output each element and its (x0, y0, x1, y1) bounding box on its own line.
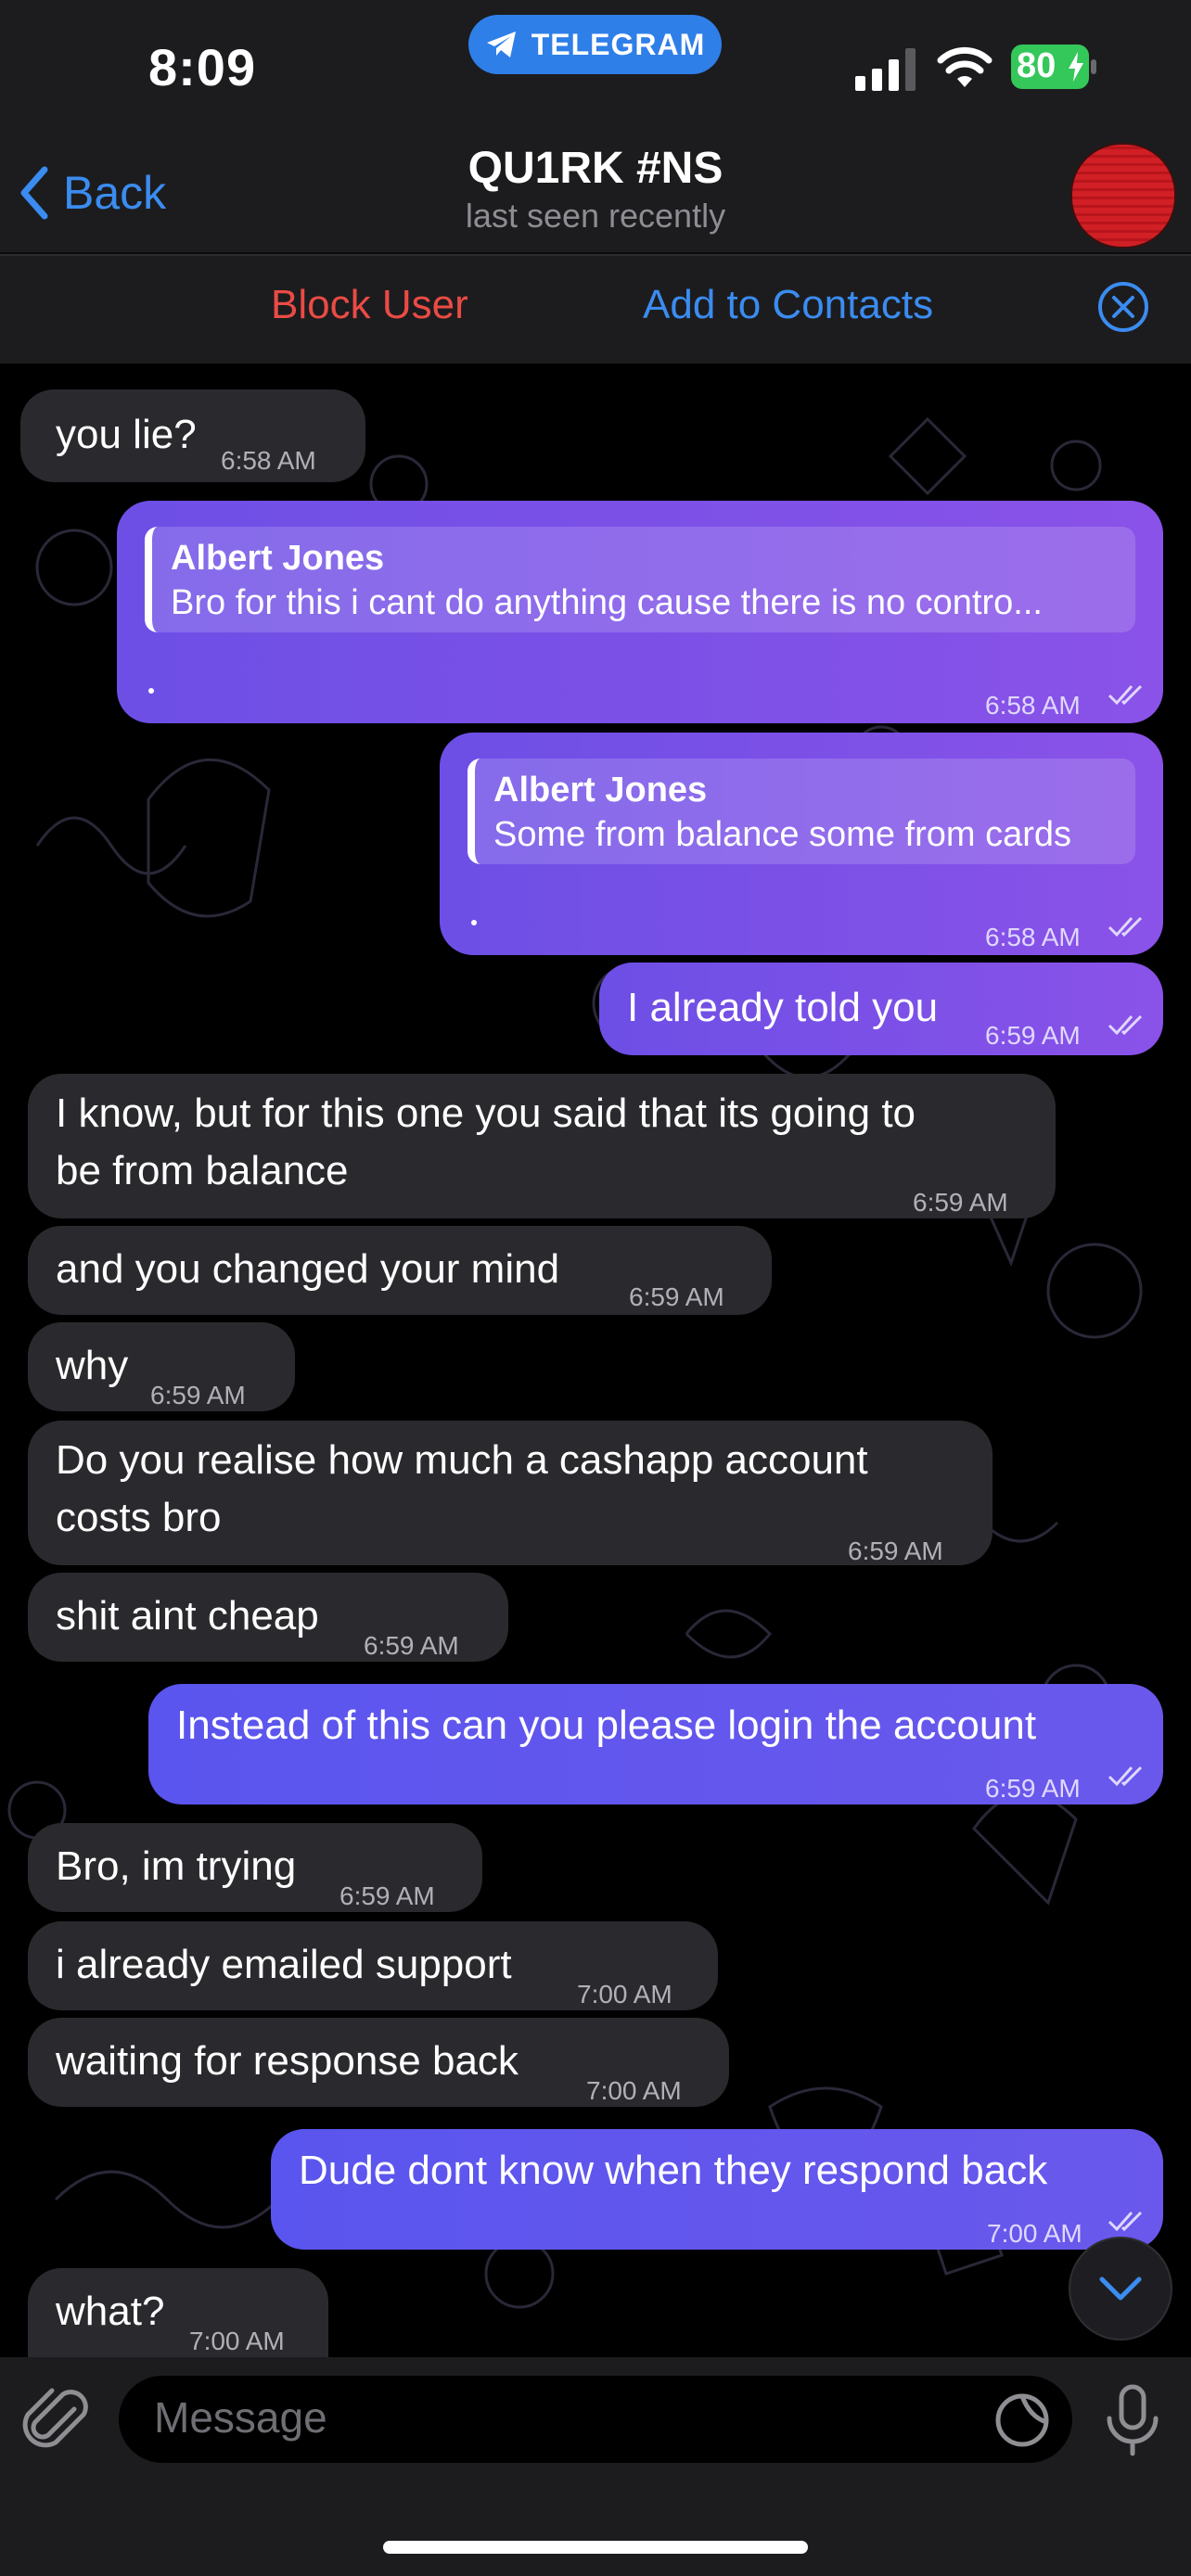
message-text-line2: costs bro (56, 1495, 222, 1540)
double-check-icon (1108, 1766, 1143, 1787)
message-time: 6:59 AM (985, 1021, 1081, 1050)
message-text: Instead of this can you please login the… (176, 1702, 1037, 1748)
message-time: 7:00 AM (987, 2219, 1082, 2248)
status-time: 8:09 (148, 38, 257, 96)
message-placeholder: Message (154, 2393, 327, 2442)
avatar[interactable] (1070, 143, 1176, 249)
home-indicator (383, 2541, 808, 2554)
double-check-icon (1108, 916, 1143, 937)
message-time: 6:58 AM (985, 691, 1081, 720)
message-bubble[interactable]: i already emailed support 7:00 AM (28, 1921, 718, 2010)
message-time: 6:58 AM (985, 923, 1081, 951)
charging-bolt-icon (1069, 52, 1083, 82)
battery-level: 80 (1017, 46, 1057, 85)
attach-icon[interactable] (22, 2385, 96, 2459)
message-bubble[interactable]: what? 7:00 AM (28, 2268, 328, 2357)
message-bubble[interactable]: why 6:59 AM (28, 1322, 295, 1411)
message-time: 6:59 AM (913, 1188, 1008, 1217)
reply-text: Bro for this i cant do anything cause th… (171, 583, 1043, 622)
message-time: 6:59 AM (848, 1537, 943, 1565)
message-dot (148, 688, 154, 694)
telegram-plane-icon (486, 32, 516, 57)
message-time: 6:59 AM (339, 1881, 435, 1910)
close-icon[interactable] (1097, 281, 1149, 333)
reply-author: Albert Jones (171, 539, 385, 578)
message-time: 6:58 AM (221, 446, 316, 475)
telegram-pill-label: TELEGRAM (531, 27, 706, 61)
contact-action-bar (0, 254, 1191, 365)
message-dot (471, 920, 477, 925)
message-time: 6:59 AM (629, 1282, 724, 1311)
message-bubble[interactable]: you lie? 6:58 AM (20, 389, 365, 482)
block-user-button[interactable]: Block User (271, 282, 468, 328)
message-time: 7:00 AM (577, 1980, 672, 2009)
message-text-line1: I know, but for this one you said that i… (56, 1090, 916, 1136)
message-text: i already emailed support (56, 1942, 512, 1987)
scroll-to-bottom-button[interactable] (1069, 2237, 1172, 2340)
message-text: shit aint cheap (56, 1593, 319, 1639)
double-check-icon (1108, 1014, 1143, 1036)
message-bubble[interactable]: and you changed your mind 6:59 AM (28, 1226, 772, 1315)
message-text-line1: Do you realise how much a cashapp accoun… (56, 1437, 868, 1483)
message-text: Bro, im trying (56, 1843, 297, 1889)
message-bubble[interactable]: Bro, im trying 6:59 AM (28, 1823, 482, 1912)
message-time: 6:59 AM (364, 1631, 459, 1660)
message-time: 7:00 AM (586, 2076, 682, 2105)
chat-subtitle: last seen recently (465, 197, 726, 235)
message-bubble[interactable]: Albert Jones Some from balance some from… (440, 733, 1163, 955)
message-bubble[interactable]: Instead of this can you please login the… (148, 1684, 1163, 1804)
message-text: and you changed your mind (56, 1246, 560, 1292)
message-bubble[interactable]: Albert Jones Bro for this i cant do anyt… (117, 501, 1163, 723)
message-bubble[interactable]: I already told you 6:59 AM (599, 963, 1163, 1055)
message-bubble[interactable]: shit aint cheap 6:59 AM (28, 1573, 508, 1662)
message-text: why (56, 1343, 129, 1388)
chevron-down-icon (1099, 2276, 1142, 2301)
signal-icon (855, 48, 916, 91)
message-bubble[interactable]: I know, but for this one you said that i… (28, 1074, 1056, 1218)
microphone-icon[interactable] (1102, 2383, 1163, 2457)
message-time: 6:59 AM (150, 1381, 246, 1409)
battery-icon: 80 (1011, 45, 1096, 89)
reply-text: Some from balance some from cards (493, 815, 1072, 854)
message-text: I already told you (627, 985, 939, 1030)
message-text-line2: be from balance (56, 1148, 349, 1193)
message-text: you lie? (56, 412, 197, 457)
message-time: 6:59 AM (985, 1774, 1081, 1803)
double-check-icon (1108, 2211, 1143, 2232)
message-text: waiting for response back (56, 2038, 519, 2084)
double-check-icon (1108, 684, 1143, 706)
reply-quote[interactable]: Albert Jones Bro for this i cant do anyt… (145, 527, 1135, 632)
message-bubble[interactable]: Dude dont know when they respond back 7:… (271, 2129, 1163, 2250)
message-bubble[interactable]: waiting for response back 7:00 AM (28, 2018, 729, 2107)
reply-author: Albert Jones (493, 771, 708, 810)
message-bubble[interactable]: Do you realise how much a cashapp accoun… (28, 1421, 992, 1565)
sticker-icon[interactable] (992, 2391, 1052, 2450)
chat-title[interactable]: QU1RK #NS (0, 139, 1191, 194)
add-to-contacts-button[interactable]: Add to Contacts (643, 282, 933, 328)
telegram-pill[interactable]: TELEGRAM (468, 15, 722, 74)
message-text: Dude dont know when they respond back (299, 2148, 1048, 2193)
reply-quote[interactable]: Albert Jones Some from balance some from… (467, 759, 1135, 864)
wifi-icon (937, 46, 992, 87)
message-text: what? (56, 2289, 165, 2334)
